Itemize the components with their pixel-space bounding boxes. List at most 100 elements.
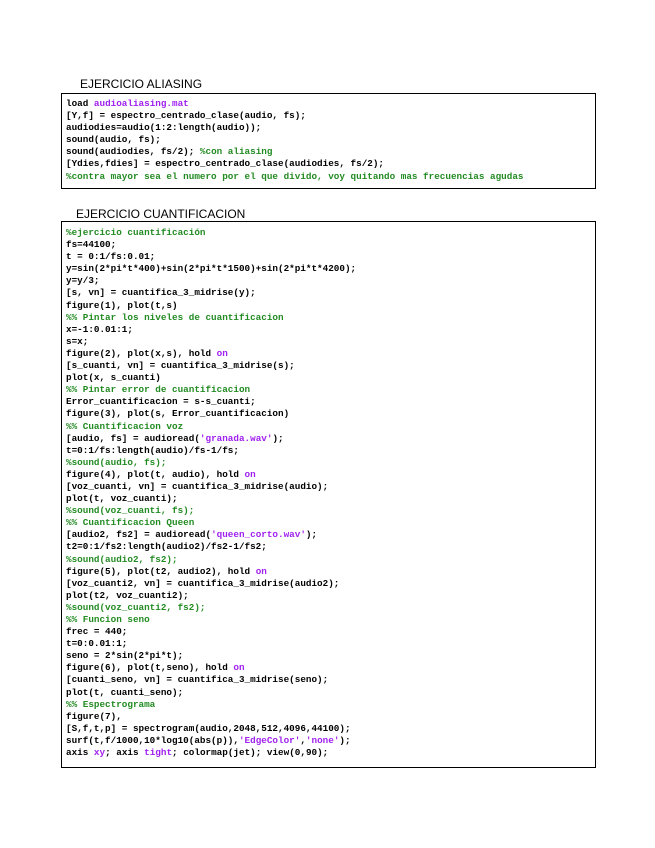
code-comment: %sound(audio2, fs2);	[66, 553, 178, 565]
code-text: [cuanti_seno, vn] = cuantifica_3_midrise…	[66, 674, 329, 686]
code-keyword: on	[233, 662, 245, 674]
code-comment: %% Funcion seno	[66, 614, 150, 625]
code-keyword: on	[255, 565, 267, 577]
code-line: fs=44100;	[66, 239, 595, 251]
code-comment: %% Espectrograma	[66, 698, 156, 710]
code-comment: %con aliasing	[199, 146, 273, 158]
code-keyword: on	[216, 347, 228, 359]
code-line: %% Pintar error de cuantificacion	[66, 384, 595, 396]
code-line: plot(t, cuanti_seno);	[66, 687, 595, 699]
code-line: frec = 440;	[66, 626, 595, 638]
code-line: %contra mayor sea el numero por el que d…	[66, 171, 595, 183]
code-comment: %sound(voz_cuanti2, fs2);	[66, 601, 206, 613]
code-text: [audio, fs] = audioread(	[66, 432, 200, 444]
code-line: [s, vn] = cuantifica_3_midrise(y);	[66, 287, 595, 299]
code-text: );	[305, 529, 318, 541]
code-line: figure(3), plot(s, Error_cuantificacion)	[66, 408, 595, 420]
code-text: figure(6), plot(t,seno), hold	[66, 662, 234, 674]
code-line: [voz_cuanti2, vn] = cuantifica_3_midrise…	[66, 578, 595, 590]
code-text: [audio2, fs2] = audioread(	[66, 529, 212, 541]
code-text: figure(1), plot(t,s)	[66, 299, 178, 311]
code-line: sound(audio, fs);	[66, 134, 595, 146]
code-text: s=x;	[66, 335, 89, 347]
code-line: figure(4), plot(t, audio), hold on	[66, 469, 595, 481]
code-line: %% Espectrograma	[66, 699, 595, 711]
code-text: ; axis	[105, 747, 145, 759]
code-line: sound(audiodies, fs/2); %con aliasing	[66, 146, 595, 158]
code-line: [Y,f] = espectro_centrado_clase(audio, f…	[66, 110, 595, 122]
code-text: plot(t, voz_cuanti);	[66, 493, 178, 505]
code-comment: %sound(voz_cuanti, fs);	[66, 505, 195, 517]
code-text: [Y,f] = espectro_centrado_clase(audio, f…	[66, 110, 306, 122]
code-line: audiodies=audio(1:2:length(audio));	[66, 122, 595, 134]
code-block-cuantificacion: %ejercicio cuantificación fs=44100; t = 0:…	[61, 221, 596, 768]
code-keyword: on	[244, 468, 256, 480]
code-text: frec = 440;	[66, 626, 128, 638]
code-line: figure(1), plot(t,s)	[66, 300, 595, 312]
code-line: figure(2), plot(x,s), hold on	[66, 348, 595, 360]
code-line: x=-1:0.01:1;	[66, 324, 595, 336]
code-comment: %contra mayor sea el numero por el que d…	[66, 170, 524, 182]
code-line: [audio2, fs2] = audioread('queen_corto.w…	[66, 529, 595, 541]
code-text: [voz_cuanti2, vn] = cuantifica_3_midrise…	[66, 577, 340, 589]
code-text: figure(5), plot(t2, audio2), hold	[66, 565, 256, 577]
code-block-aliasing: load audioaliasing.mat [Y,f] = espectro_c…	[61, 93, 596, 189]
code-text: figure(3), plot(s, Error_cuantificacion)	[66, 408, 290, 420]
code-text: );	[272, 432, 284, 444]
code-text: plot(t, cuanti_seno);	[66, 686, 184, 698]
code-comment: %% Pintar los niveles de cuantificacion	[66, 311, 284, 323]
code-text: Error_cuantificacion = s-s_cuanti;	[66, 396, 256, 408]
code-line: %% Cuantificacion Queen	[66, 517, 595, 529]
code-text: t2=0:1/fs2:length(audio2)/fs2-1/fs2;	[66, 541, 267, 553]
code-text: plot(t2, voz_cuanti2);	[66, 589, 189, 601]
code-string: 'granada.wav'	[199, 432, 273, 444]
code-text: [Ydies,fdies] = espectro_centrado_clase(…	[66, 158, 385, 170]
code-text: load	[66, 98, 94, 109]
code-line: %sound(voz_cuanti, fs);	[66, 505, 595, 517]
code-keyword: tight	[144, 747, 173, 759]
code-line: t=0:0.01:1;	[66, 638, 595, 650]
code-text: fs=44100;	[66, 239, 117, 251]
code-line: y=sin(2*pi*t*400)+sin(2*pi*t*1500)+sin(2…	[66, 263, 595, 275]
code-text: [s_cuanti, vn] = cuantifica_3_midrise(s)…	[66, 360, 295, 372]
code-text: surf(t,f/1000,10*log10(abs(p)),	[66, 734, 239, 746]
code-text: seno = 2*sin(2*pi*t);	[66, 650, 184, 662]
code-comment: %% Cuantificacion voz	[66, 420, 184, 432]
code-text: t = 0:1/fs:0.01;	[66, 251, 156, 263]
code-string: audioaliasing.mat	[93, 98, 189, 109]
code-text: axis	[66, 747, 94, 759]
code-text: t=0:1/fs:length(audio)/fs-1/fs;	[66, 444, 239, 456]
code-line: %sound(audio, fs);	[66, 457, 595, 469]
code-text: [s, vn] = cuantifica_3_midrise(y);	[66, 287, 256, 299]
code-line: plot(x, s_cuanti)	[66, 372, 595, 384]
code-line: t=0:1/fs:length(audio)/fs-1/fs;	[66, 445, 595, 457]
section-title-aliasing: EJERCICIO ALIASING	[80, 77, 203, 91]
code-text: sound(audiodies, fs/2);	[66, 146, 200, 158]
code-comment: %% Cuantificacion Queen	[66, 517, 195, 529]
code-text: t=0:0.01:1;	[66, 638, 128, 650]
section-title-cuantificacion: EJERCICIO CUANTIFICACION	[76, 207, 246, 221]
code-line: s=x;	[66, 336, 595, 348]
code-text: figure(7),	[66, 710, 122, 722]
code-text: );	[339, 734, 351, 746]
code-line: [s_cuanti, vn] = cuantifica_3_midrise(s)…	[66, 360, 595, 372]
code-string: 'EdgeColor'	[238, 734, 301, 746]
code-text: y=sin(2*pi*t*400)+sin(2*pi*t*1500)+sin(2…	[66, 263, 357, 275]
code-comment: %% Pintar error de cuantificacion	[66, 384, 251, 396]
code-line: %% Pintar los niveles de cuantificacion	[66, 312, 595, 324]
code-line: [cuanti_seno, vn] = cuantifica_3_midrise…	[66, 674, 595, 686]
code-text: x=-1:0.01:1;	[66, 323, 133, 335]
code-line: %sound(audio2, fs2);	[66, 554, 595, 566]
code-line: axis xy; axis tight; colormap(jet); view…	[66, 747, 595, 759]
code-line: load audioaliasing.mat	[66, 98, 595, 110]
code-line: %ejercicio cuantificación	[66, 227, 595, 239]
code-line: [audio, fs] = audioread('granada.wav');	[66, 433, 595, 445]
code-line: plot(t, voz_cuanti);	[66, 493, 595, 505]
code-line: figure(5), plot(t2, audio2), hold on	[66, 566, 595, 578]
code-line: %sound(voz_cuanti2, fs2);	[66, 602, 595, 614]
code-line: surf(t,f/1000,10*log10(abs(p)),'EdgeColo…	[66, 735, 595, 747]
code-text: y=y/3;	[66, 275, 100, 287]
code-text: figure(2), plot(x,s), hold	[66, 347, 217, 359]
code-line: t2=0:1/fs2:length(audio2)/fs2-1/fs2;	[66, 541, 595, 553]
code-string: 'queen_corto.wav'	[211, 529, 306, 541]
